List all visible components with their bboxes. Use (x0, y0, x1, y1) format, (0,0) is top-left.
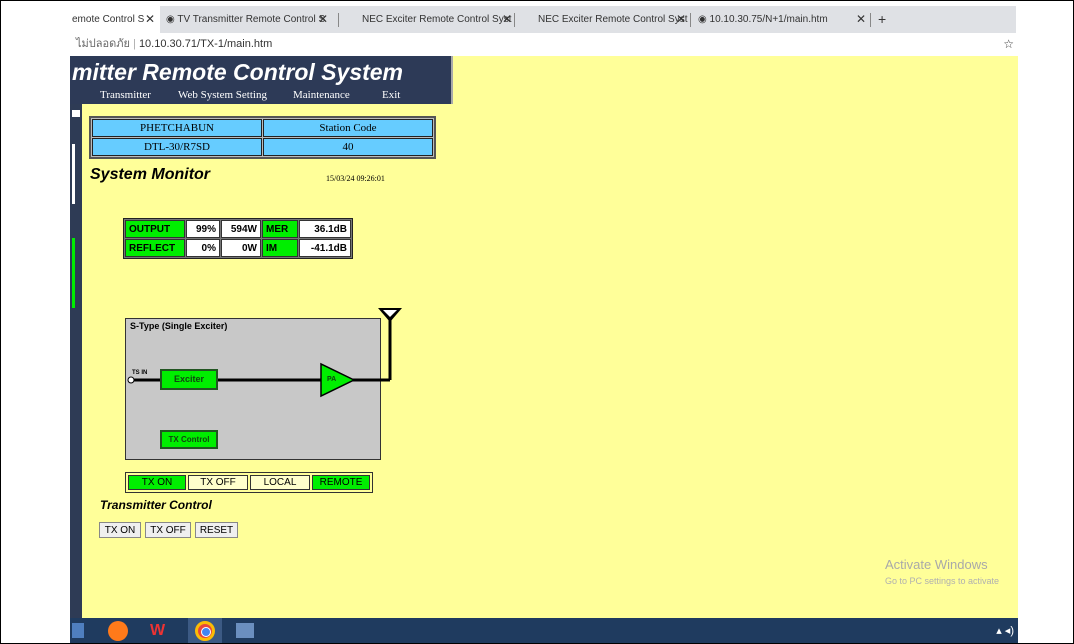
reflect-label: REFLECT (125, 239, 185, 257)
tab[interactable]: ◉ 10.10.30.75/N+1/main.htm ✕ (698, 6, 878, 33)
im-label: IM (262, 239, 298, 257)
activate-windows-subtitle: Go to PC settings to activate (885, 576, 1000, 586)
transmitter-model: DTL-30/R7SD (92, 138, 262, 156)
mer-label: MER (262, 220, 298, 238)
status-tx-off: TX OFF (188, 475, 248, 490)
diagram-title: S-Type (Single Exciter) (130, 321, 228, 331)
tx-on-button[interactable]: TX ON (99, 522, 141, 538)
tab-bar: emote Control S ✕ ◉ TV Transmitter Remot… (70, 6, 1016, 33)
menu-maintenance[interactable]: Maintenance (293, 89, 350, 101)
page-title: System Monitor (90, 166, 211, 183)
firefox-icon[interactable] (108, 621, 128, 641)
station-code-label: Station Code (263, 119, 433, 137)
exciter-block[interactable]: Exciter (160, 369, 218, 390)
activate-windows-title: Activate Windows (885, 557, 988, 572)
status-indicators: TX ON TX OFF LOCAL REMOTE (125, 472, 373, 493)
close-icon[interactable]: ✕ (676, 6, 686, 33)
tab-label: TV Transmitter Remote Control S (177, 14, 326, 25)
tab[interactable]: NEC Exciter Remote Control Syst ✕ (362, 6, 527, 33)
ts-in-label: TS IN (132, 370, 148, 376)
status-local: LOCAL (250, 475, 310, 490)
menu-web-system-setting[interactable]: Web System Setting (178, 89, 267, 101)
tab-active[interactable]: emote Control S ✕ (70, 6, 160, 33)
tab-separator (690, 13, 691, 27)
app-title: mitter Remote Control System (72, 59, 404, 85)
security-indicator[interactable]: ไม่ปลอดภัย (76, 38, 130, 50)
tx-control-block[interactable]: TX Control (160, 430, 218, 449)
taskbar: W ▴ ◂) (70, 618, 1018, 644)
address-bar[interactable]: ไม่ปลอดภัย | 10.10.30.71/TX-1/main.htm ☆ (70, 33, 1016, 57)
close-icon[interactable]: ✕ (145, 6, 155, 33)
tab-label: 10.10.30.75/N+1/main.htm (709, 14, 828, 25)
chrome-icon[interactable] (188, 618, 222, 644)
output-power: 594W (221, 220, 261, 238)
reset-button[interactable]: RESET (195, 522, 238, 538)
reflect-power: 0W (221, 239, 261, 257)
tab[interactable]: NEC Exciter Remote Control Syst ✕ (538, 6, 698, 33)
menu-exit[interactable]: Exit (382, 89, 400, 101)
app-icon[interactable]: W (150, 623, 168, 639)
station-info-table: PHETCHABUN Station Code DTL-30/R7SD 40 (89, 116, 436, 159)
status-remote: REMOTE (312, 475, 370, 490)
station-code: 40 (263, 138, 433, 156)
tab-separator (870, 13, 871, 27)
url-text[interactable]: 10.10.30.71/TX-1/main.htm (139, 38, 272, 50)
measurement-table: OUTPUT 99% 594W MER 36.1dB REFLECT 0% 0W… (123, 218, 353, 259)
volume-icon[interactable]: ▴ ◂) (996, 624, 1014, 637)
tab-label: NEC Exciter Remote Control Syst (362, 14, 512, 25)
reflect-percent: 0% (186, 239, 220, 257)
menu-transmitter[interactable]: Transmitter (100, 89, 151, 101)
globe-icon: ◉ (166, 14, 175, 25)
ts-in-port (127, 376, 135, 384)
station-name: PHETCHABUN (92, 119, 262, 137)
control-title: Transmitter Control (100, 498, 212, 512)
tab-label: NEC Exciter Remote Control Syst (538, 14, 688, 25)
tab-separator (338, 13, 339, 27)
im-value: -41.1dB (299, 239, 351, 257)
app-header: mitter Remote Control System Transmitter… (70, 56, 453, 104)
new-tab-button[interactable]: + (878, 6, 898, 33)
tx-off-button[interactable]: TX OFF (145, 522, 191, 538)
globe-icon: ◉ (698, 14, 707, 25)
output-label: OUTPUT (125, 220, 185, 238)
pa-label: PA (327, 376, 337, 383)
star-icon[interactable]: ☆ (1003, 33, 1014, 56)
network-icon[interactable] (236, 623, 254, 638)
timestamp: 15/03/24 09:26:01 (326, 174, 385, 183)
left-strip-marks (72, 110, 80, 320)
tab-label: emote Control S (72, 14, 145, 25)
status-tx-on: TX ON (128, 475, 186, 490)
close-icon[interactable]: ✕ (502, 6, 512, 33)
close-icon[interactable]: ✕ (318, 6, 328, 33)
mer-value: 36.1dB (299, 220, 351, 238)
tab[interactable]: ◉ TV Transmitter Remote Control S ✕ (166, 6, 336, 33)
pa-amplifier (320, 362, 356, 398)
output-percent: 99% (186, 220, 220, 238)
close-icon[interactable]: ✕ (856, 6, 866, 33)
file-explorer-icon[interactable] (72, 623, 84, 638)
tab-separator (514, 13, 515, 27)
